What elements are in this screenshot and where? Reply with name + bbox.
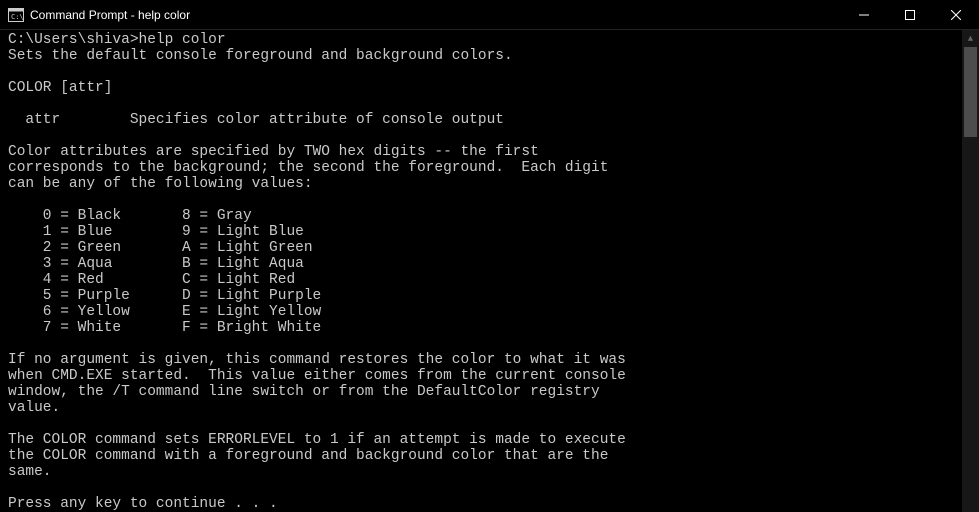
scrollbar-thumb[interactable] <box>964 47 977 137</box>
output-line: when CMD.EXE started. This value either … <box>8 368 626 384</box>
output-line: Sets the default console foreground and … <box>8 48 513 64</box>
minimize-button[interactable] <box>841 0 887 30</box>
output-line: If no argument is given, this command re… <box>8 352 626 368</box>
cmd-icon: C:\ <box>8 7 24 23</box>
output-line: can be any of the following values: <box>8 176 313 192</box>
output-line: same. <box>8 464 52 480</box>
output-line: The COLOR command sets ERRORLEVEL to 1 i… <box>8 432 626 448</box>
output-line: 7 = White F = Bright White <box>8 320 321 336</box>
titlebar[interactable]: C:\ Command Prompt - help color <box>0 0 979 30</box>
vertical-scrollbar[interactable]: ▲ <box>962 30 979 512</box>
output-line: attr Specifies color attribute of consol… <box>8 112 504 128</box>
terminal-output[interactable]: C:\Users\shiva>help color Sets the defau… <box>0 30 979 512</box>
output-line: Color attributes are specified by TWO he… <box>8 144 539 160</box>
output-line: 2 = Green A = Light Green <box>8 240 313 256</box>
output-line: the COLOR command with a foreground and … <box>8 448 608 464</box>
output-line: 3 = Aqua B = Light Aqua <box>8 256 304 272</box>
command-text: help color <box>139 32 226 48</box>
svg-text:C:\: C:\ <box>11 13 24 21</box>
close-button[interactable] <box>933 0 979 30</box>
scroll-up-arrow-icon[interactable]: ▲ <box>962 30 979 47</box>
window-title: Command Prompt - help color <box>30 8 190 22</box>
output-line: 6 = Yellow E = Light Yellow <box>8 304 321 320</box>
output-line: corresponds to the background; the secon… <box>8 160 608 176</box>
output-line: window, the /T command line switch or fr… <box>8 384 600 400</box>
output-line: COLOR [attr] <box>8 80 112 96</box>
press-any-key: Press any key to continue . . . <box>8 496 278 512</box>
output-line: 5 = Purple D = Light Purple <box>8 288 321 304</box>
maximize-button[interactable] <box>887 0 933 30</box>
output-line: value. <box>8 400 60 416</box>
output-line: 0 = Black 8 = Gray <box>8 208 252 224</box>
output-line: 1 = Blue 9 = Light Blue <box>8 224 304 240</box>
prompt-text: C:\Users\shiva> <box>8 32 139 48</box>
output-line: 4 = Red C = Light Red <box>8 272 295 288</box>
